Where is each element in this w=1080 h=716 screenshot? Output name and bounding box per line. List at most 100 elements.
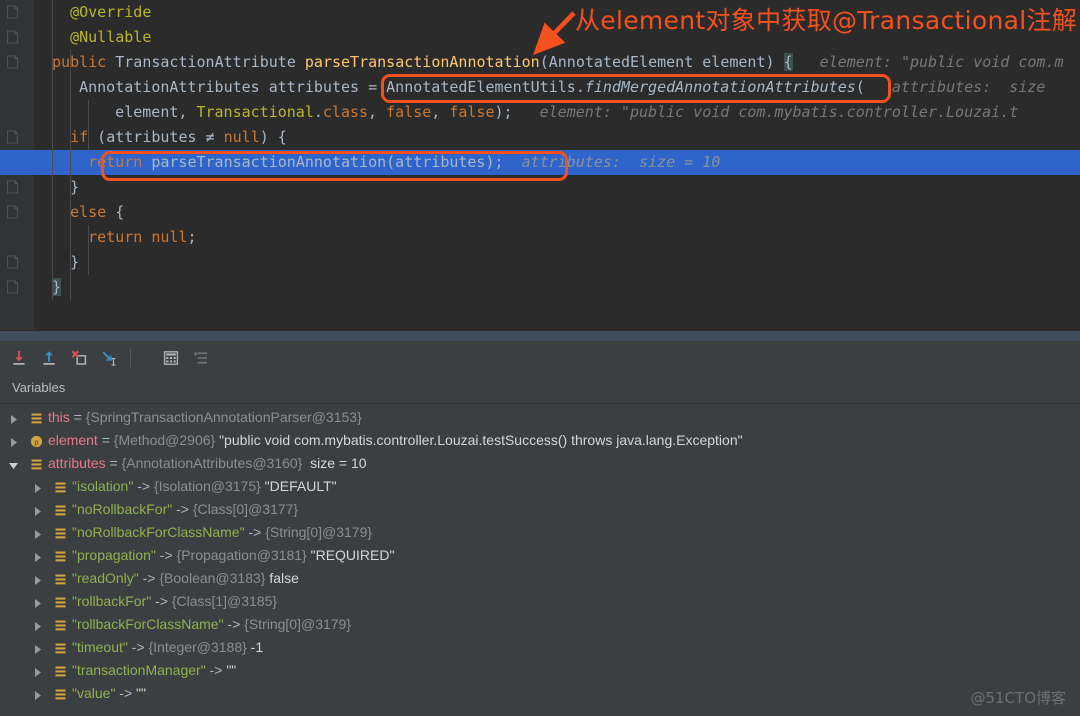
code-line[interactable]: } (0, 175, 1080, 200)
code-line[interactable]: public TransactionAttribute parseTransac… (0, 50, 1080, 75)
code-line[interactable]: } (0, 250, 1080, 275)
debugger-toolbar[interactable] (0, 341, 1080, 375)
code-token: else (70, 203, 116, 221)
variable-text-part: "noRollbackFor" (72, 501, 173, 517)
variable-row[interactable]: "propagation" -> {Propagation@3181} "REQ… (0, 545, 1080, 568)
variable-row[interactable]: "rollbackForClassName" -> {String[0]@317… (0, 614, 1080, 637)
variable-row[interactable]: this = {SpringTransactionAnnotationParse… (0, 407, 1080, 430)
code-token: element: "public void com.mybatis.contro… (512, 103, 1019, 121)
code-token: null (151, 228, 188, 246)
expand-arrow-closed-icon[interactable] (8, 412, 21, 425)
step-into-icon[interactable] (8, 347, 30, 369)
code-line[interactable]: else { (0, 200, 1080, 225)
expand-arrow-closed-icon[interactable] (32, 481, 45, 494)
expand-arrow-closed-icon[interactable] (32, 550, 45, 563)
variable-text-part: -> (138, 570, 160, 586)
variable-text-part: attributes (48, 455, 106, 471)
variable-row[interactable]: "readOnly" -> {Boolean@3183} false (0, 568, 1080, 591)
variable-row[interactable]: "noRollbackFor" -> {Class[0]@3177} (0, 499, 1080, 522)
code-token: attributes: size (864, 78, 1046, 96)
evaluate-expression-icon[interactable] (160, 347, 182, 369)
code-token: parseTransactionAnnotation(attributes); (151, 153, 504, 171)
expand-arrow-closed-icon[interactable] (32, 619, 45, 632)
variable-row[interactable]: "transactionManager" -> "" (0, 660, 1080, 683)
variable-text-part: = (97, 432, 114, 448)
code-line[interactable]: return parseTransactionAnnotation(attrib… (0, 150, 1080, 175)
expand-arrow-closed-icon[interactable] (32, 504, 45, 517)
expand-arrow-closed-icon[interactable] (32, 527, 45, 540)
variables-title: Variables (12, 380, 66, 395)
code-line[interactable]: @Nullable (0, 25, 1080, 50)
code-token: return (88, 228, 152, 246)
code-line[interactable]: return null; (0, 225, 1080, 250)
field-icon (54, 550, 67, 563)
expand-arrow-closed-icon[interactable] (32, 642, 45, 655)
step-out-icon[interactable] (38, 347, 60, 369)
variable-text-part: "isolation" (72, 478, 134, 494)
svg-text:p: p (34, 437, 38, 446)
code-token: ); (494, 103, 513, 121)
code-editor[interactable]: @Override @Nullable public TransactionAttr… (0, 0, 1080, 330)
code-line[interactable]: } (0, 275, 1080, 300)
expand-arrow-closed-icon[interactable] (8, 435, 21, 448)
code-token: } (70, 253, 80, 271)
code-token: @Nullable (70, 28, 152, 46)
variable-text-part: -> (115, 685, 137, 701)
editor-bottom-strip (0, 330, 1080, 341)
variable-text-part: = (69, 409, 86, 425)
code-token: null (223, 128, 260, 146)
code-token: element, (115, 103, 197, 121)
code-lines[interactable]: @Override @Nullable public TransactionAttr… (0, 0, 1080, 330)
code-token: ( (855, 78, 865, 96)
expand-arrow-closed-icon[interactable] (32, 573, 45, 586)
variable-text-part: "value" (72, 685, 116, 701)
variable-text-part: "rollbackForClassName" (72, 616, 224, 632)
code-token: public (52, 53, 116, 71)
variable-text-part: {Propagation@3181} (176, 547, 307, 563)
variable-text-part: "" (136, 685, 146, 701)
variable-text-part: -> (155, 547, 177, 563)
code-line[interactable]: AnnotationAttributes attributes = Annota… (0, 75, 1080, 100)
code-line[interactable]: element, Transactional.class, false, fal… (0, 100, 1080, 125)
code-token: (AnnotatedElement element) (539, 53, 784, 71)
code-token: ; (187, 228, 197, 246)
variable-text-part: -> (127, 639, 149, 655)
variable-text-part: "" (226, 662, 237, 678)
variable-row[interactable]: attributes = {AnnotationAttributes@3160}… (0, 453, 1080, 476)
variable-row[interactable]: "rollbackFor" -> {Class[1]@3185} (0, 591, 1080, 614)
variable-text-part: "REQUIRED" (306, 547, 395, 563)
expand-arrow-closed-icon[interactable] (32, 688, 45, 701)
variable-row[interactable]: "noRollbackForClassName" -> {String[0]@3… (0, 522, 1080, 545)
variables-tree[interactable]: this = {SpringTransactionAnnotationParse… (0, 404, 1080, 716)
code-token: (attributes (97, 128, 206, 146)
expand-arrow-closed-icon[interactable] (32, 596, 45, 609)
code-line[interactable]: @Override (0, 0, 1080, 25)
variable-row[interactable]: p element = {Method@2906} "public void co… (0, 430, 1080, 453)
field-icon (54, 688, 67, 701)
variable-text-part: -> (172, 501, 193, 517)
code-token: , (431, 103, 450, 121)
variable-text-part: -> (151, 593, 172, 609)
code-token: ≠ (205, 128, 215, 146)
force-step-into-icon[interactable] (68, 347, 90, 369)
variable-row[interactable]: "value" -> "" (0, 683, 1080, 706)
indent-guide (88, 100, 90, 150)
variable-text-part: false (265, 570, 299, 586)
code-token: return (88, 153, 152, 171)
field-icon (30, 458, 43, 471)
code-token: { (115, 203, 125, 221)
variable-row[interactable]: "isolation" -> {Isolation@3175} "DEFAULT… (0, 476, 1080, 499)
settings-sort-icon[interactable] (190, 347, 212, 369)
expand-arrow-open-icon[interactable] (8, 458, 21, 471)
run-to-cursor-icon[interactable] (98, 347, 120, 369)
variable-text-part: "DEFAULT" (260, 478, 337, 494)
variable-text-part: "timeout" (72, 639, 128, 655)
variable-text-part: = (105, 455, 122, 471)
variable-text-part: "transactionManager" (72, 662, 206, 678)
expand-arrow-closed-icon[interactable] (32, 665, 45, 678)
variable-row[interactable]: "timeout" -> {Integer@3188} -1 (0, 637, 1080, 660)
code-line[interactable]: if (attributes ≠ null) { (0, 125, 1080, 150)
field-icon (54, 596, 67, 609)
variable-text-part: {String[0]@3179} (244, 616, 352, 632)
